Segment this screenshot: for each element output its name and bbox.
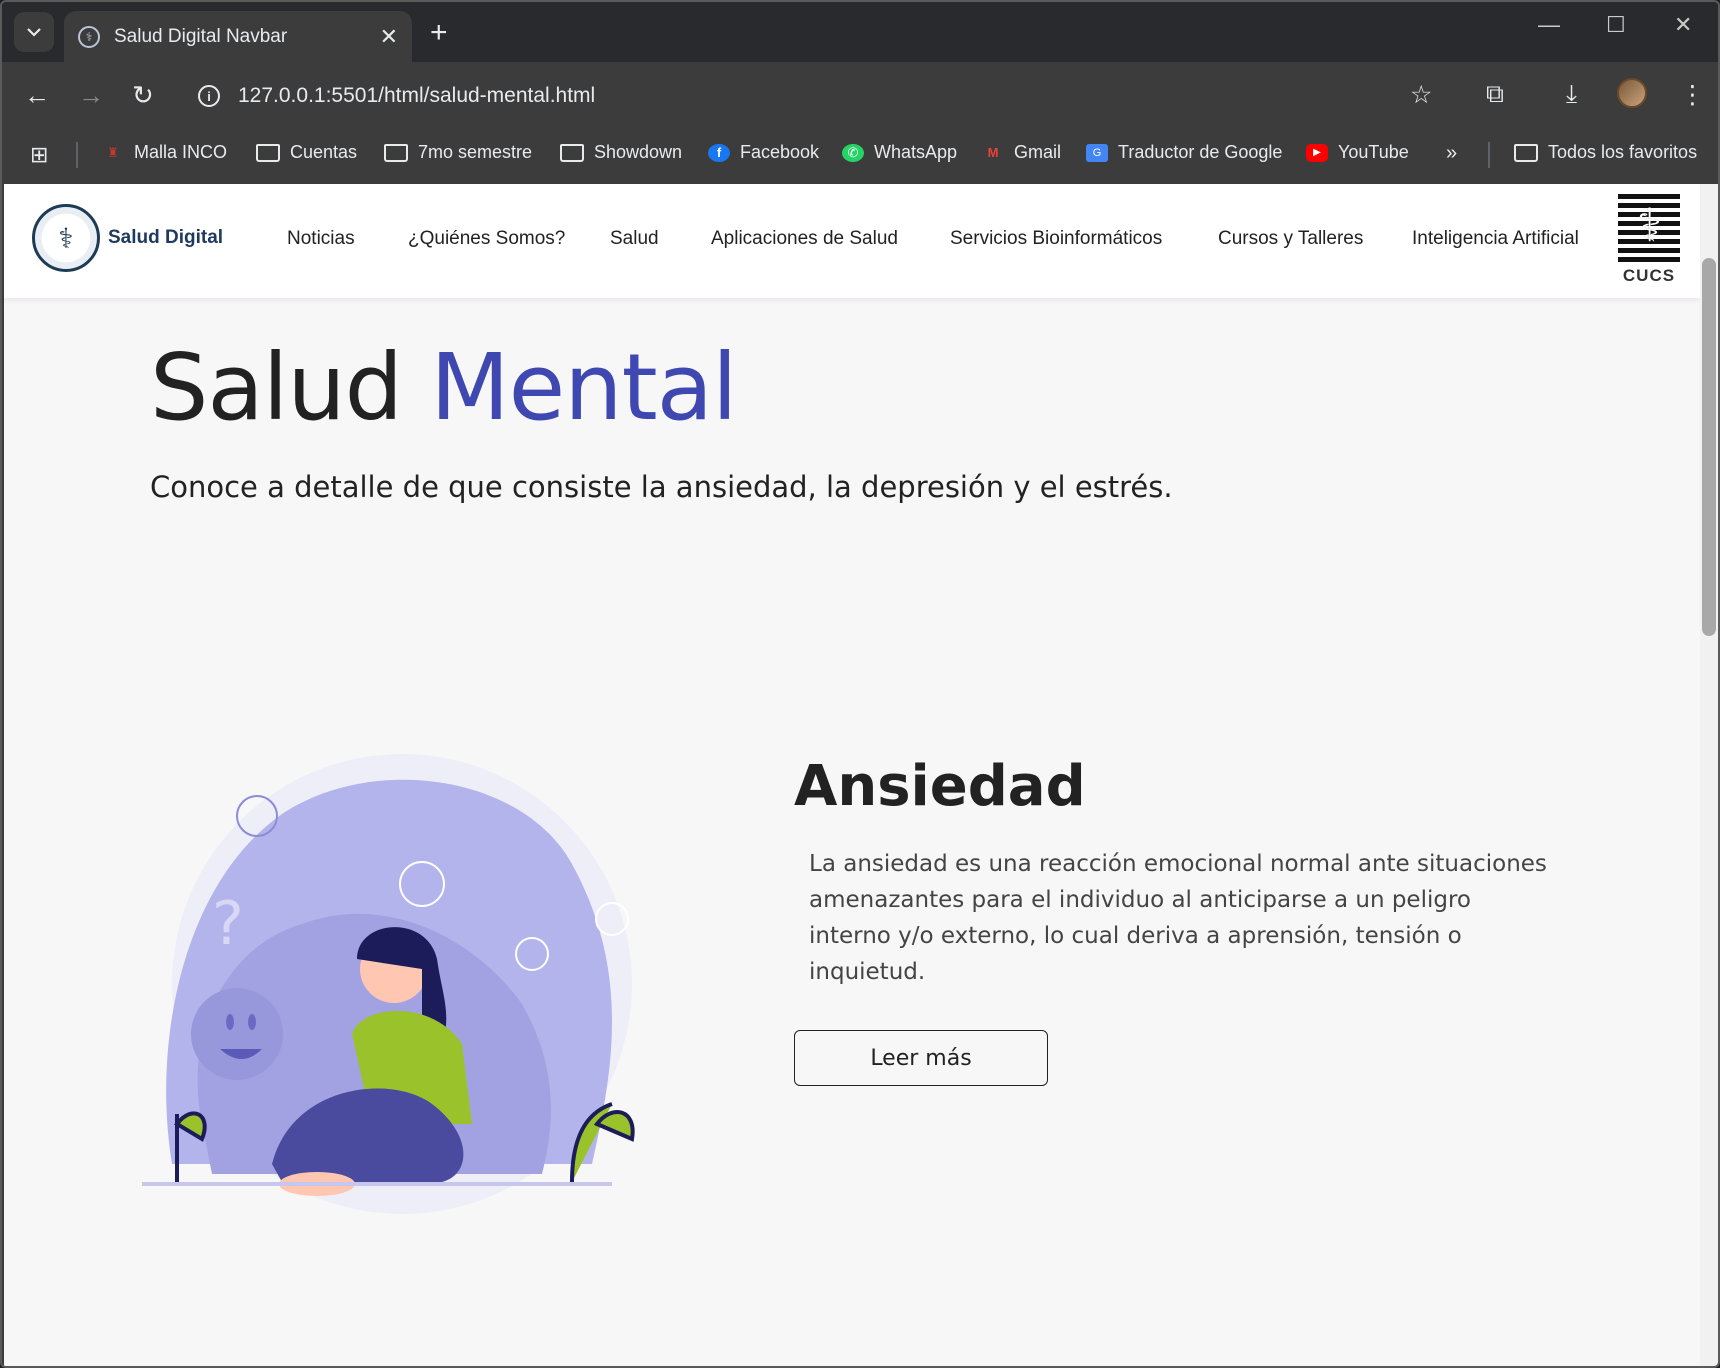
menu-icon[interactable]: ⋮ (1680, 80, 1705, 110)
gmail-icon: M (987, 145, 999, 160)
site-navbar: ⚕ Salud Digital Noticias ¿Quiénes Somos?… (4, 184, 1700, 298)
nav-link-servicios[interactable]: Servicios Bioinformáticos (950, 228, 1162, 250)
cucs-emblem-icon (1618, 194, 1680, 262)
bookmark-showdown[interactable]: Showdown (560, 142, 682, 163)
malla-icon: ♜ (107, 144, 119, 160)
new-tab-icon[interactable]: + (430, 16, 448, 50)
browser-tab[interactable]: ⚕ Salud Digital Navbar ✕ (64, 11, 412, 62)
download-icon[interactable]: ⤓ (1566, 80, 1577, 109)
address-bar[interactable]: i 127.0.0.1:5501/html/salud-mental.html (184, 70, 1394, 122)
nav-link-salud[interactable]: Salud (610, 228, 659, 250)
bookmark-7mo-semestre[interactable]: 7mo semestre (384, 142, 532, 163)
anxiety-illustration: ? (142, 754, 635, 1214)
folder-icon (560, 143, 584, 162)
bookmark-whatsapp[interactable]: ✆ WhatsApp (842, 142, 957, 163)
monster-face (191, 988, 283, 1080)
bookmark-traductor[interactable]: G Traductor de Google (1086, 142, 1282, 163)
site-info-icon[interactable]: i (198, 85, 220, 107)
question-mark-icon: ? (212, 889, 244, 959)
back-icon[interactable]: ← (24, 80, 50, 111)
title-part-2: Mental (430, 334, 737, 441)
tab-strip: ⚕ Salud Digital Navbar ✕ + — ☐ ✕ (2, 2, 1718, 62)
browser-toolbar: ← → ↻ i 127.0.0.1:5501/html/salud-mental… (2, 62, 1718, 130)
nav-link-quienes-somos[interactable]: ¿Quiénes Somos? (408, 228, 565, 250)
nav-link-noticias[interactable]: Noticias (287, 228, 355, 250)
browser-window: ⚕ Salud Digital Navbar ✕ + — ☐ ✕ ← → ↻ i… (0, 0, 1720, 1368)
facebook-icon: f (708, 143, 730, 162)
close-window-icon[interactable]: ✕ (1674, 12, 1692, 38)
page-title: Salud Mental (150, 334, 738, 441)
scrollbar-thumb[interactable] (1702, 258, 1716, 636)
monster-eye (248, 1014, 256, 1030)
folder-icon (1514, 143, 1538, 162)
profile-avatar[interactable] (1617, 78, 1647, 108)
folder-icon (256, 143, 280, 162)
apps-grid-icon[interactable]: ⊞ (30, 142, 48, 168)
bookmark-cuentas[interactable]: Cuentas (256, 142, 357, 163)
maximize-icon[interactable]: ☐ (1606, 12, 1626, 38)
caduceus-logo-icon: ⚕ (32, 204, 100, 272)
bookmark-facebook[interactable]: f Facebook (708, 142, 819, 163)
brand[interactable]: ⚕ Salud Digital (32, 204, 223, 272)
tab-title: Salud Digital Navbar (114, 25, 288, 47)
forward-icon[interactable]: → (78, 80, 104, 111)
translate-icon: G (1086, 143, 1108, 162)
tab-search-button[interactable] (14, 12, 54, 52)
title-part-1: Salud (150, 334, 403, 441)
site-favicon-icon: ⚕ (78, 25, 100, 48)
page-subtitle: Conoce a detalle de que consiste la ansi… (150, 470, 1173, 504)
nav-link-ia[interactable]: Inteligencia Artificial (1412, 228, 1579, 250)
more-bookmarks-icon[interactable]: » (1446, 142, 1457, 165)
url-text[interactable]: 127.0.0.1:5501/html/salud-mental.html (238, 84, 595, 108)
cucs-logo-text: CUCS (1622, 266, 1676, 285)
bookmark-star-icon[interactable]: ☆ (1410, 80, 1432, 110)
youtube-icon: ▶ (1306, 143, 1328, 162)
leer-mas-button[interactable]: Leer más (794, 1030, 1048, 1086)
nav-link-aplicaciones[interactable]: Aplicaciones de Salud (711, 228, 898, 250)
chevron-down-icon (27, 28, 41, 37)
section-description: La ansiedad es una reacción emocional no… (809, 851, 1547, 985)
whatsapp-icon: ✆ (842, 143, 864, 162)
all-bookmarks[interactable]: Todos los favoritos (1514, 142, 1697, 163)
bookmark-malla-inco[interactable]: ♜ Malla INCO (102, 142, 227, 163)
web-page: ⚕ Salud Digital Noticias ¿Quiénes Somos?… (4, 184, 1700, 1366)
nav-link-cursos[interactable]: Cursos y Talleres (1218, 228, 1363, 250)
extensions-icon[interactable]: ⧉ (1486, 80, 1504, 109)
bookmark-youtube[interactable]: ▶ YouTube (1306, 142, 1409, 163)
bookmarks-separator (1488, 142, 1490, 168)
bookmarks-separator (76, 142, 78, 168)
close-tab-icon[interactable]: ✕ (380, 24, 398, 50)
reload-icon[interactable]: ↻ (132, 80, 154, 111)
brand-name: Salud Digital (108, 227, 224, 248)
bookmarks-bar: ⊞ ♜ Malla INCO Cuentas 7mo semestre Show… (2, 130, 1718, 182)
cucs-logo[interactable]: CUCS (1616, 194, 1682, 288)
section-title: Ansiedad (794, 754, 1086, 819)
minimize-icon[interactable]: — (1538, 12, 1560, 38)
bookmark-gmail[interactable]: M Gmail (982, 142, 1061, 163)
folder-icon (384, 143, 408, 162)
monster-eye (226, 1014, 234, 1030)
